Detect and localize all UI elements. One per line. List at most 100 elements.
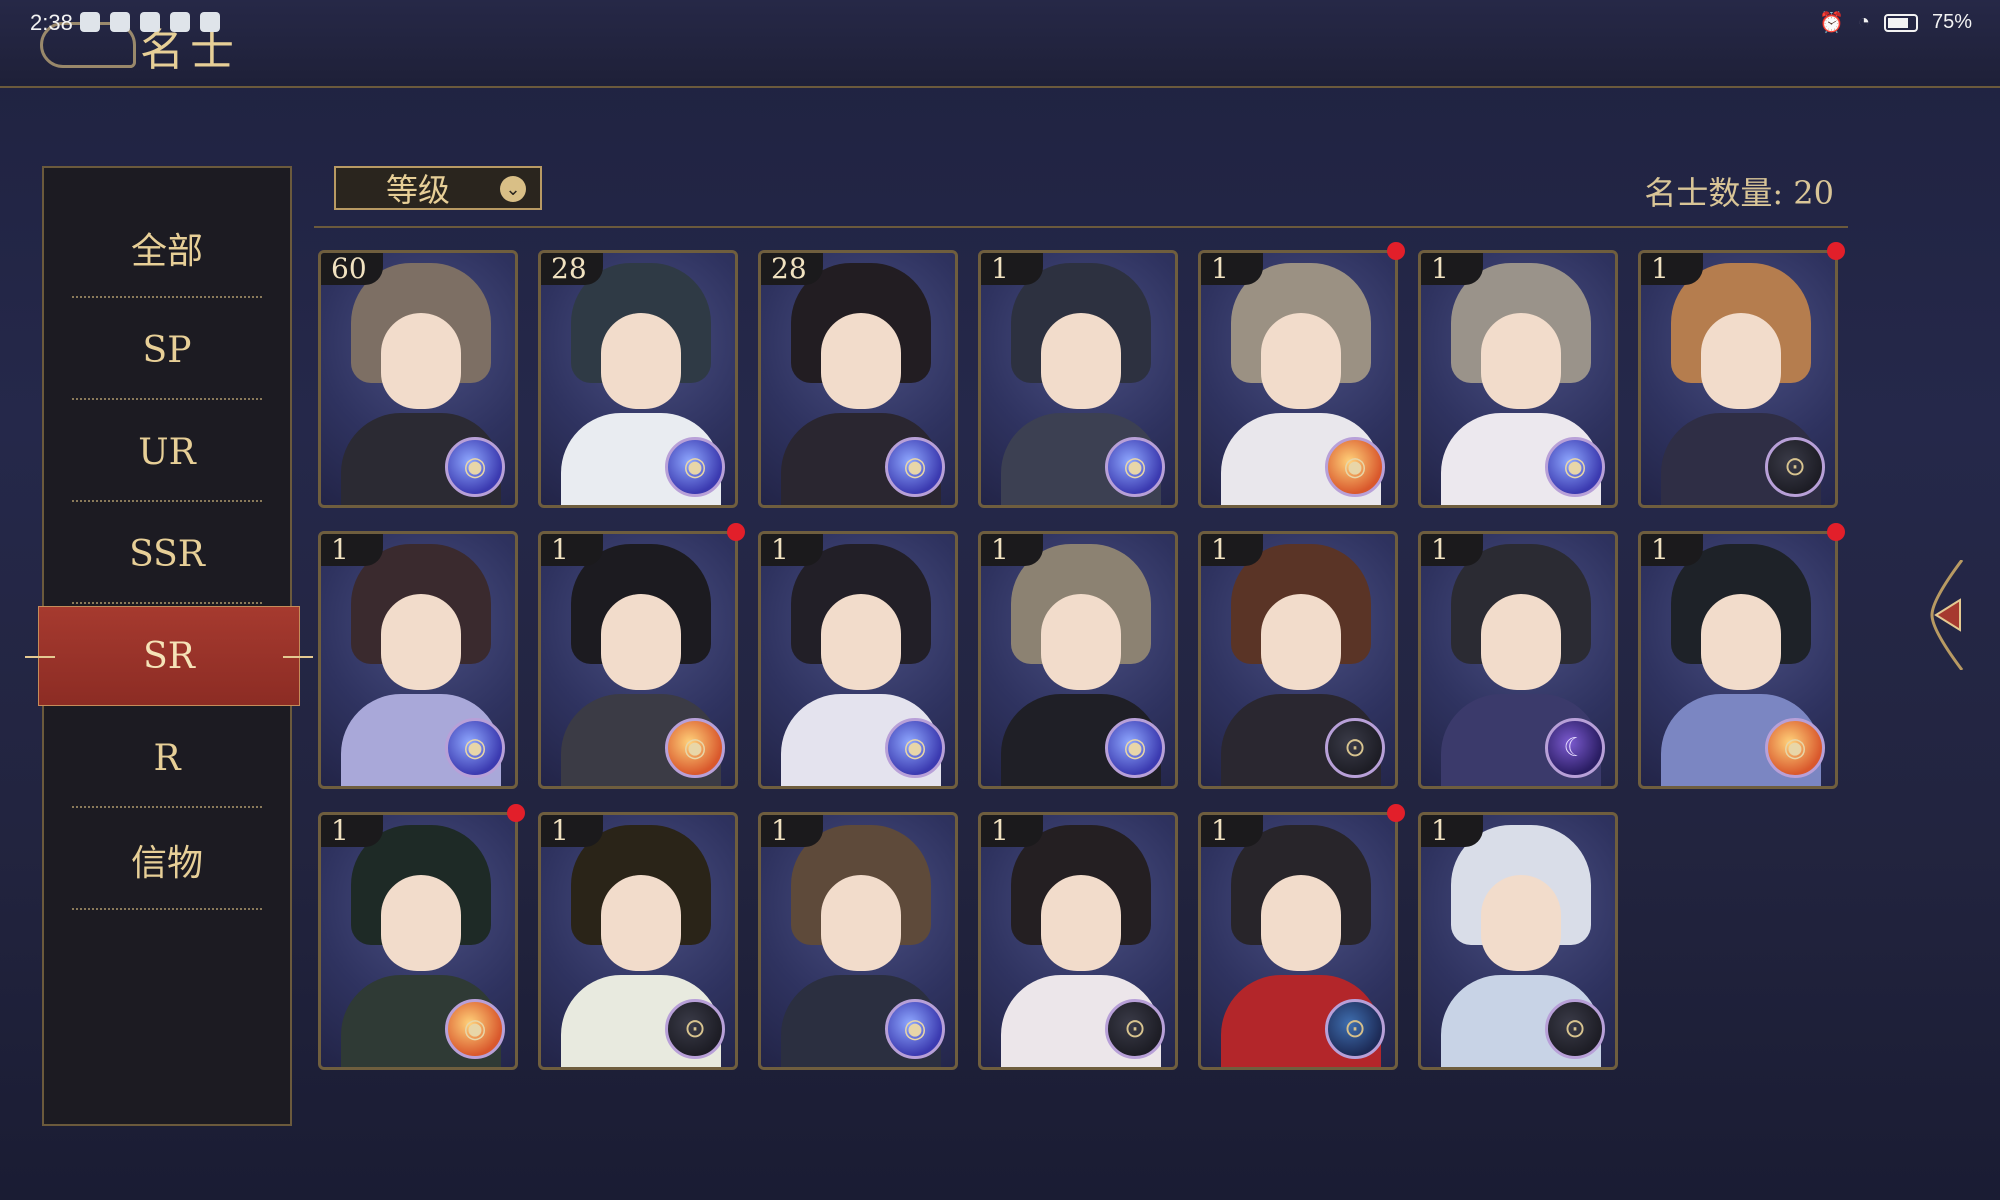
hero-card[interactable]: 1 ◉ [1418,250,1618,508]
tab-信物[interactable]: 信物 [72,810,262,910]
tab-R[interactable]: R [72,708,262,808]
hero-card[interactable]: 1 ⊙ [1198,531,1398,789]
portrait-face [1481,594,1561,690]
level-badge: 1 [1421,534,1483,566]
portrait-face [1701,594,1781,690]
compass-icon: ⊙ [1105,999,1165,1059]
portrait-face [1041,313,1121,409]
tab-UR[interactable]: UR [72,402,262,502]
new-indicator-dot [1387,804,1405,822]
tab-全部[interactable]: 全部 [72,198,262,298]
level-badge: 1 [541,534,603,566]
hero-card[interactable]: 1 ◉ [758,531,958,789]
portrait-face [601,594,681,690]
level-badge: 1 [321,534,383,566]
tab-separator [72,602,262,604]
hero-card[interactable]: 60 ◉ [318,250,518,508]
tab-separator [72,908,262,910]
portrait-face [1481,313,1561,409]
battery-level: 75% [1931,11,1972,33]
new-indicator-dot [1387,242,1405,260]
hero-card[interactable]: 1 ◉ [978,250,1178,508]
hero-card[interactable]: 1 ◉ [978,531,1178,789]
tab-separator [72,500,262,502]
portrait-face [1261,875,1341,971]
collapse-arrow-icon[interactable] [1922,560,1966,670]
hero-card[interactable]: 28 ◉ [538,250,738,508]
level-badge: 1 [1421,253,1483,285]
hero-card[interactable]: 1 ◉ [318,812,518,1070]
portrait-face [601,313,681,409]
planet-orb-icon: ◉ [1545,437,1605,497]
tab-SP[interactable]: SP [72,300,262,400]
mail-icon [110,12,130,32]
planet-orb-icon: ◉ [1105,437,1165,497]
tab-separator [72,296,262,298]
ornament-icon [283,656,313,658]
portrait-face [381,594,461,690]
portrait-face [1701,313,1781,409]
tab-label: R [153,737,181,779]
hero-card[interactable]: 1 ⊙ [1638,250,1838,508]
tab-SSR[interactable]: SSR [72,504,262,604]
level-badge: 1 [981,815,1043,847]
hero-card[interactable]: 1 ☾ [1418,531,1618,789]
bell-icon [140,12,160,32]
hero-card[interactable]: 1 ⊙ [978,812,1178,1070]
tab-SR[interactable]: SR [25,606,313,706]
hero-card[interactable]: 1 ⊙ [1198,812,1398,1070]
planet-orb-icon: ◉ [665,437,725,497]
sort-dropdown-label: 等级 [386,171,451,209]
compass-icon: ⊙ [1325,718,1385,778]
tab-label: SP [142,329,192,371]
chevron-down-icon: ⌄ [500,176,526,202]
hero-card[interactable]: 28 ◉ [758,250,958,508]
compass-icon: ⊙ [665,999,725,1059]
level-badge: 1 [1641,253,1703,285]
portrait-face [1481,875,1561,971]
status-bar: 2:38 ⏰ ◔ 75% [0,0,2000,44]
portrait-face [821,875,901,971]
tab-label: SR [143,635,195,677]
level-badge: 1 [761,534,823,566]
sun-orb-icon: ◉ [445,999,505,1059]
tab-label: UR [138,431,196,473]
sun-orb-icon: ◉ [1325,437,1385,497]
notification-icons [80,12,220,32]
portrait-face [821,594,901,690]
hero-card[interactable]: 1 ⊙ [1418,812,1618,1070]
level-badge: 60 [321,253,383,285]
alarm-icon: ⏰ [1818,12,1844,34]
level-badge: 1 [1201,253,1263,285]
divider [314,226,1848,228]
level-badge: 1 [981,534,1043,566]
planet-orb-icon: ◉ [885,718,945,778]
app-icon [170,12,190,32]
compass-icon: ⊙ [1325,999,1385,1059]
planet-orb-icon: ◉ [885,999,945,1059]
tab-label: 信物 [130,843,203,884]
hero-card[interactable]: 1 ◉ [1198,250,1398,508]
new-indicator-dot [507,804,525,822]
portrait-face [1041,875,1121,971]
level-badge: 1 [321,815,383,847]
hero-card[interactable]: 1 ◉ [758,812,958,1070]
new-indicator-dot [727,523,745,541]
hero-card[interactable]: 1 ◉ [1638,531,1838,789]
level-badge: 1 [1201,534,1263,566]
hero-card[interactable]: 1 ◉ [318,531,518,789]
new-indicator-dot [1827,242,1845,260]
hero-count: 名士数量: 20 [1644,174,1834,212]
moon-icon: ☾ [1545,718,1605,778]
hero-card[interactable]: 1 ⊙ [538,812,738,1070]
portrait-face [821,313,901,409]
planet-orb-icon: ◉ [445,718,505,778]
planet-orb-icon: ◉ [445,437,505,497]
level-badge: 28 [541,253,603,285]
hero-card[interactable]: 1 ◉ [538,531,738,789]
level-badge: 1 [1201,815,1263,847]
wifi-icon: ◔ [1857,11,1870,33]
level-badge: 1 [1421,815,1483,847]
sort-dropdown[interactable]: 等级 ⌄ [334,166,542,210]
level-badge: 1 [1641,534,1703,566]
